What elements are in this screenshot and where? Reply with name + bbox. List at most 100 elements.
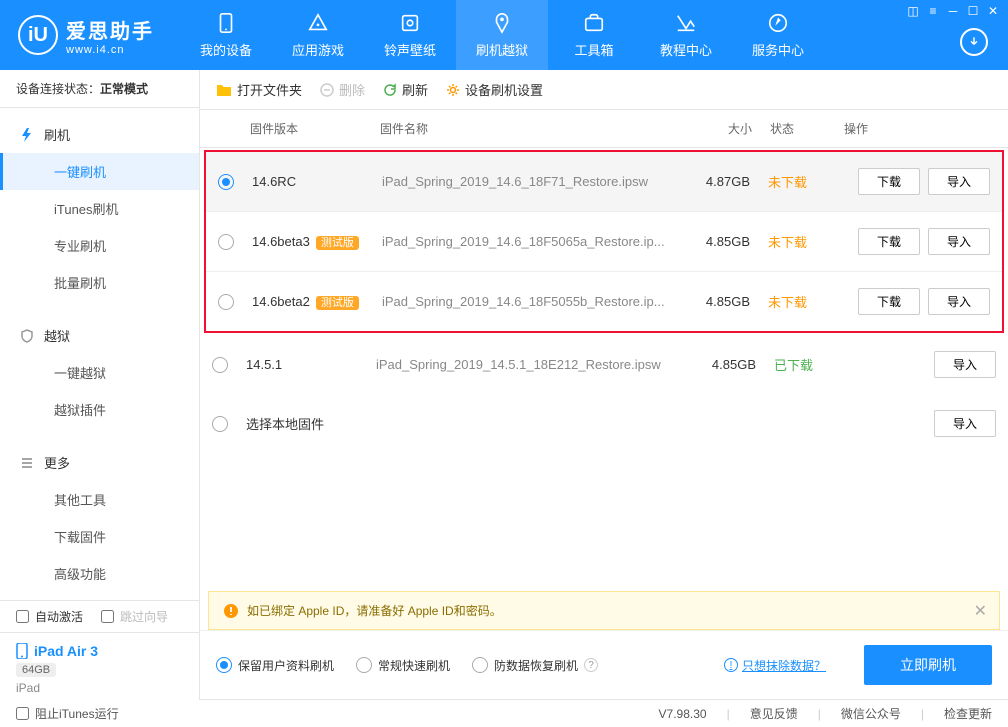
side-item-1-0[interactable]: 一键越狱 xyxy=(0,354,199,391)
flash-option-0[interactable]: 保留用户资料刷机 xyxy=(216,657,334,674)
settings-button[interactable]: 设备刷机设置 xyxy=(446,80,543,99)
nav-icon-2 xyxy=(399,12,421,34)
firmware-row[interactable]: 14.6RCiPad_Spring_2019_14.6_18F71_Restor… xyxy=(206,152,1002,212)
row-radio[interactable] xyxy=(218,234,234,250)
import-button[interactable]: 导入 xyxy=(928,288,990,315)
device-name-label: iPad Air 3 xyxy=(34,643,98,659)
top-nav: 我的设备应用游戏铃声壁纸刷机越狱工具箱 教程中心服务中心 xyxy=(180,0,824,70)
side-item-2-1[interactable]: 下载固件 xyxy=(0,518,199,555)
refresh-label: 刷新 xyxy=(402,80,428,99)
row-status: 未下载 xyxy=(750,292,830,311)
nav-icon-0 xyxy=(215,12,237,34)
row-ops: 下载导入 xyxy=(830,228,990,255)
download-button[interactable]: 下载 xyxy=(858,228,920,255)
nav-item-6[interactable]: 服务中心 xyxy=(732,0,824,70)
refresh-button[interactable]: 刷新 xyxy=(383,80,428,99)
import-button[interactable]: 导入 xyxy=(928,228,990,255)
side-item-0-0[interactable]: 一键刷机 xyxy=(0,153,199,190)
device-info[interactable]: iPad Air 3 64GB iPad xyxy=(0,632,199,705)
skip-guide-checkbox[interactable] xyxy=(101,610,114,623)
row-version: 14.5.1 xyxy=(246,357,376,372)
open-folder-button[interactable]: 打开文件夹 xyxy=(216,80,302,99)
flash-option-label: 防数据恢复刷机 xyxy=(494,657,578,674)
row-size: 4.85GB xyxy=(680,234,750,249)
download-button[interactable]: 下载 xyxy=(858,168,920,195)
side-item-2-2[interactable]: 高级功能 xyxy=(0,555,199,592)
check-update-link[interactable]: 检查更新 xyxy=(944,705,992,722)
apple-id-notice: 如已绑定 Apple ID，请准备好 Apple ID和密码。 ✕ xyxy=(208,591,1000,630)
phone-icon xyxy=(16,643,28,659)
logo[interactable]: iU 爱思助手 www.i4.cn xyxy=(18,15,154,56)
row-ops: 下载导入 xyxy=(830,288,990,315)
settings-label: 设备刷机设置 xyxy=(465,80,543,99)
help-icon[interactable]: ? xyxy=(584,658,598,672)
info-icon: ! xyxy=(724,658,738,672)
download-button[interactable]: 下载 xyxy=(858,288,920,315)
side-item-2-0[interactable]: 其他工具 xyxy=(0,481,199,518)
row-radio[interactable] xyxy=(218,294,234,310)
nav-item-5[interactable]: 教程中心 xyxy=(640,0,732,70)
flash-radio-0[interactable] xyxy=(216,657,232,673)
side-title-label: 更多 xyxy=(44,453,70,472)
flash-radio-1[interactable] xyxy=(356,657,372,673)
nav-label: 工具箱 xyxy=(574,40,613,59)
flash-option-2[interactable]: 防数据恢复刷机 ? xyxy=(472,657,598,674)
nav-icon-1 xyxy=(307,12,329,34)
wechat-link[interactable]: 微信公众号 xyxy=(841,705,901,722)
side-title-0[interactable]: 刷机 xyxy=(0,116,199,153)
erase-data-link[interactable]: !只想抹除数据？ xyxy=(724,657,826,674)
import-local-button[interactable]: 导入 xyxy=(934,410,996,437)
row-version: 14.6beta3测试版 xyxy=(252,234,382,250)
auto-activate-checkbox[interactable] xyxy=(16,610,29,623)
nav-item-4[interactable]: 工具箱 xyxy=(548,0,640,70)
row-radio[interactable] xyxy=(212,357,228,373)
minimize-icon[interactable]: ─ xyxy=(944,4,962,18)
device-type: iPad xyxy=(16,681,183,695)
import-button[interactable]: 导入 xyxy=(934,351,996,378)
side-title-2[interactable]: 更多 xyxy=(0,444,199,481)
nav-item-0[interactable]: 我的设备 xyxy=(180,0,272,70)
block-itunes-checkbox[interactable] xyxy=(16,707,29,720)
local-firmware-row[interactable]: 选择本地固件 导入 xyxy=(200,394,1008,453)
import-button[interactable]: 导入 xyxy=(928,168,990,195)
notice-close-button[interactable]: ✕ xyxy=(974,601,987,621)
row-radio[interactable] xyxy=(218,174,234,190)
flash-now-button[interactable]: 立即刷机 xyxy=(864,645,992,685)
side-item-0-3[interactable]: 批量刷机 xyxy=(0,264,199,301)
menu-icon[interactable]: ≡ xyxy=(924,4,942,18)
row-ops: 下载导入 xyxy=(830,168,990,195)
row-version: 14.6RC xyxy=(252,174,382,189)
tshirt-icon[interactable]: ◫ xyxy=(904,4,922,18)
download-circle-button[interactable] xyxy=(960,28,988,56)
titlebar: iU 爱思助手 www.i4.cn 我的设备应用游戏铃声壁纸刷机越狱工具箱 教程中… xyxy=(0,0,1008,70)
close-icon[interactable]: ✕ xyxy=(984,4,1002,18)
conn-label: 设备连接状态： xyxy=(16,82,100,96)
gear-icon xyxy=(446,83,460,97)
auto-activate-row: 自动激活 跳过向导 xyxy=(0,600,199,632)
side-title-1[interactable]: 越狱 xyxy=(0,317,199,354)
toolbar: 打开文件夹 删除 刷新 设备刷机设置 xyxy=(200,70,1008,110)
side-item-0-2[interactable]: 专业刷机 xyxy=(0,227,199,264)
col-name: 固件名称 xyxy=(380,120,682,137)
firmware-row[interactable]: 14.6beta2测试版iPad_Spring_2019_14.6_18F505… xyxy=(206,272,1002,331)
firmware-row[interactable]: 14.6beta3测试版iPad_Spring_2019_14.6_18F506… xyxy=(206,212,1002,272)
nav-item-3[interactable]: 刷机越狱 xyxy=(456,0,548,70)
side-item-0-1[interactable]: iTunes刷机 xyxy=(0,190,199,227)
flash-option-1[interactable]: 常规快速刷机 xyxy=(356,657,450,674)
side-item-1-1[interactable]: 越狱插件 xyxy=(0,391,199,428)
delete-button[interactable]: 删除 xyxy=(320,80,365,99)
version-label: V7.98.30 xyxy=(659,707,707,721)
flash-radio-2[interactable] xyxy=(472,657,488,673)
notice-text: 如已绑定 Apple ID，请准备好 Apple ID和密码。 xyxy=(247,602,502,619)
firmware-row[interactable]: 14.5.1iPad_Spring_2019_14.5.1_18E212_Res… xyxy=(200,335,1008,394)
radio-local[interactable] xyxy=(212,416,228,432)
bolt-icon xyxy=(20,128,34,142)
highlighted-rows: 14.6RCiPad_Spring_2019_14.6_18F71_Restor… xyxy=(204,150,1004,333)
feedback-link[interactable]: 意见反馈 xyxy=(750,705,798,722)
nav-label: 服务中心 xyxy=(752,40,804,59)
maximize-icon[interactable]: ☐ xyxy=(964,4,982,18)
nav-item-1[interactable]: 应用游戏 xyxy=(272,0,364,70)
connection-status: 设备连接状态：正常模式 xyxy=(0,70,199,108)
col-version: 固件版本 xyxy=(250,120,380,137)
nav-item-2[interactable]: 铃声壁纸 xyxy=(364,0,456,70)
